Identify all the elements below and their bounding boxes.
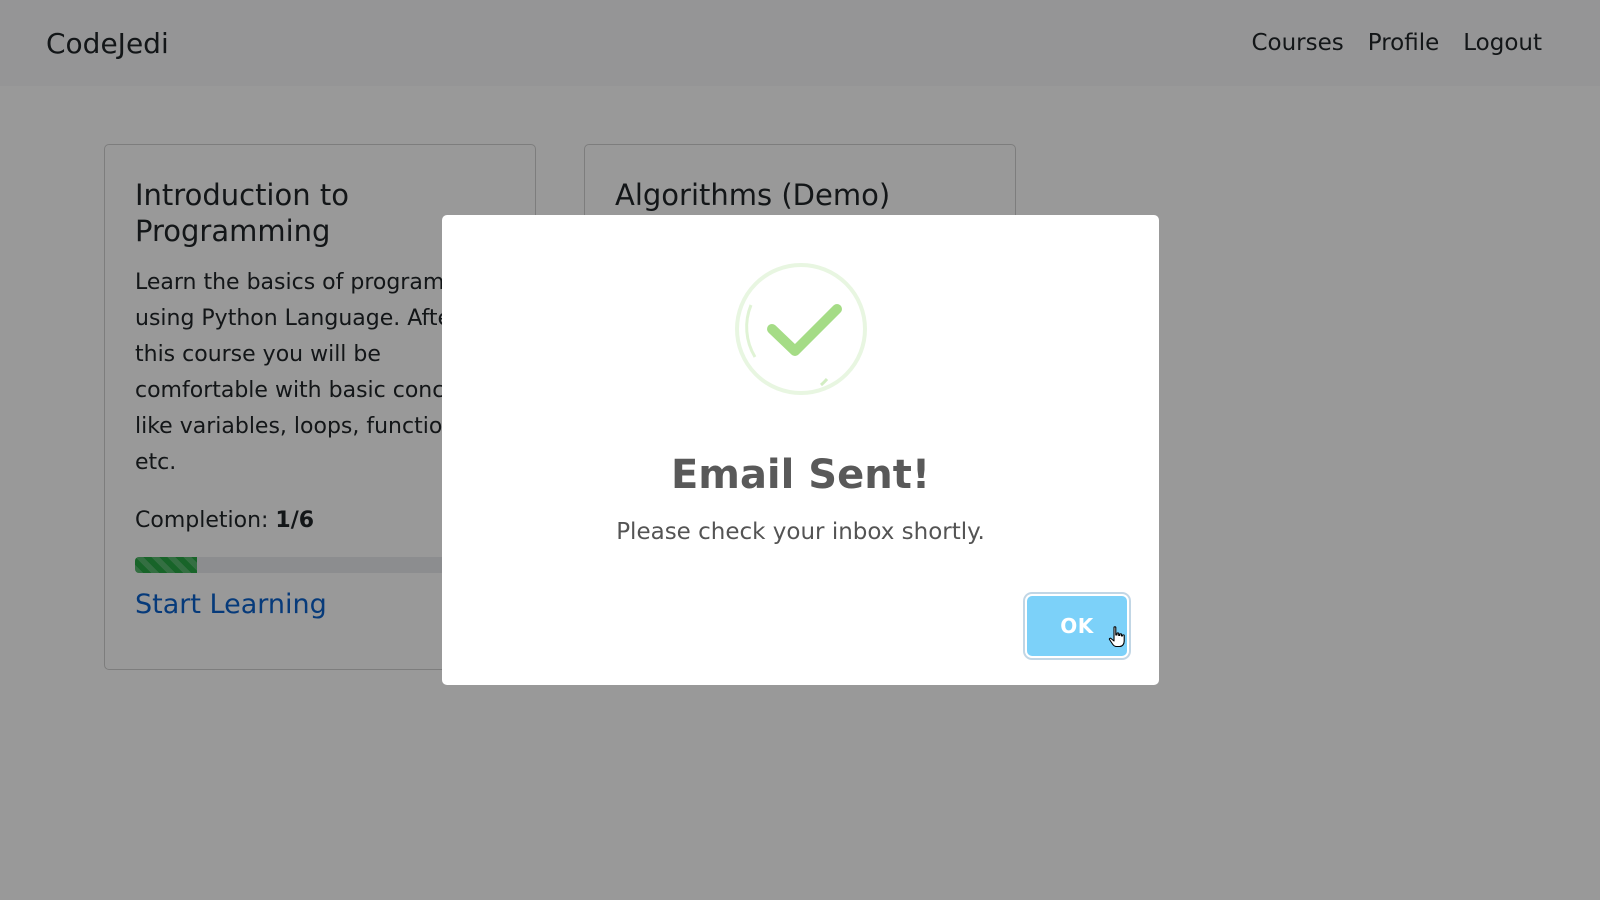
- app-window: CodeJedi Courses Profile Logout Introduc…: [0, 0, 1600, 900]
- dialog-title: Email Sent!: [670, 452, 931, 498]
- dialog-message: Please check your inbox shortly.: [616, 519, 985, 545]
- success-check-icon: [735, 263, 867, 395]
- hand-cursor-icon: [1108, 626, 1125, 648]
- email-sent-dialog: Email Sent! Please check your inbox shor…: [442, 215, 1159, 685]
